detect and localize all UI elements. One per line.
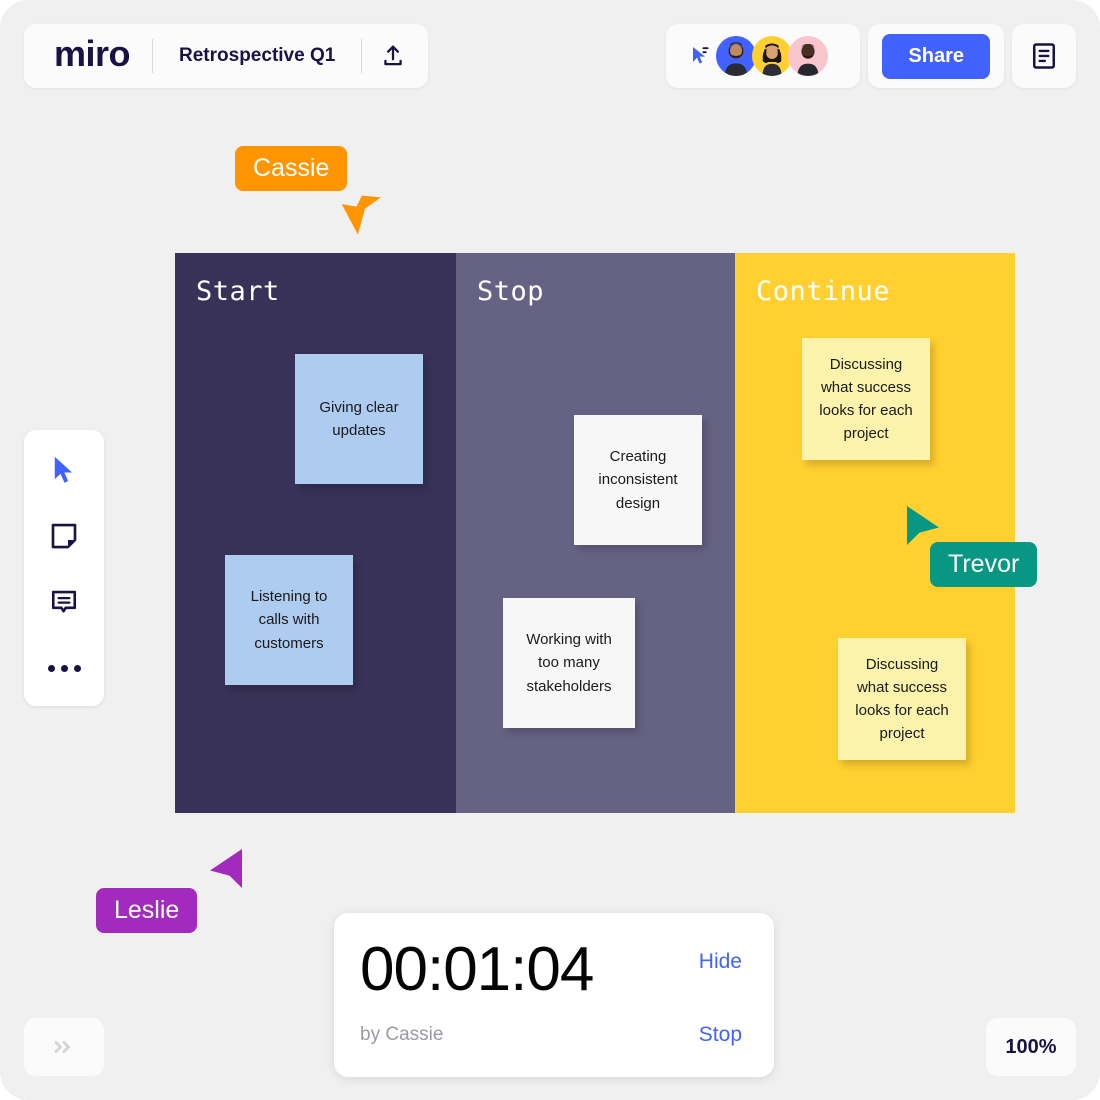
cursor-arrow-icon [340, 182, 396, 243]
timer-stop-button[interactable]: Stop [699, 1023, 742, 1047]
board-column-stop[interactable]: Stop Creating inconsistent design Workin… [456, 253, 735, 813]
column-title: Start [196, 276, 280, 307]
avatar[interactable] [788, 36, 829, 76]
tool-sticky-note[interactable] [42, 514, 86, 558]
timer-owner: by Cassie [360, 1024, 444, 1045]
upload-icon [384, 45, 403, 66]
avatar-person-icon [725, 42, 748, 76]
sticky-note[interactable]: Listening to calls with customers [225, 555, 353, 685]
column-title: Stop [477, 276, 545, 307]
board-notes-button[interactable] [1012, 24, 1076, 88]
sticky-note[interactable]: Giving clear updates [295, 354, 423, 484]
tool-comment[interactable] [42, 580, 86, 624]
miro-board-app: miro Retrospective Q1 Share Start Giving… [0, 0, 1100, 1100]
avatar[interactable] [752, 36, 793, 76]
tool-more[interactable] [42, 646, 86, 690]
upload-button[interactable] [362, 34, 424, 78]
timer-display: 00:01:04 [360, 935, 594, 1004]
share-group: Share [868, 24, 1004, 88]
column-title: Continue [756, 276, 891, 307]
sticky-note[interactable]: Discussing what success looks for each p… [838, 638, 966, 760]
timer-bottom-row: by Cassie Stop [360, 1023, 742, 1047]
more-dots-icon [47, 664, 81, 672]
double-chevron-right-icon [54, 1041, 70, 1053]
sticky-note-icon [51, 523, 77, 549]
timer-top-row: 00:01:04 Hide [360, 939, 742, 1001]
sticky-note[interactable]: Discussing what success looks for each p… [802, 338, 930, 460]
left-toolbar [24, 430, 104, 706]
tool-select[interactable] [42, 448, 86, 492]
header-right-group: Share [666, 24, 1076, 88]
cursor-pointer-icon [693, 47, 709, 64]
sticky-note[interactable]: Creating inconsistent design [574, 415, 702, 545]
miro-logo[interactable]: miro [28, 36, 152, 72]
collapse-panel-button[interactable] [24, 1018, 104, 1076]
presence-group [666, 24, 861, 88]
document-icon [1032, 43, 1056, 69]
collaborator-name-label[interactable]: Leslie [96, 888, 198, 933]
collaborator-avatars [716, 36, 846, 76]
timer-hide-button[interactable]: Hide [699, 939, 742, 972]
board-column-continue[interactable]: Continue Discussing what success looks f… [735, 253, 1015, 813]
sticky-note[interactable]: Working with too many stakeholders [503, 598, 635, 728]
board-column-start[interactable]: Start Giving clear updates Listening to … [175, 253, 456, 813]
share-button[interactable]: Share [882, 33, 990, 79]
follow-cursor-button[interactable] [684, 40, 716, 72]
timer-panel: 00:01:04 Hide by Cassie Stop [334, 913, 774, 1077]
cursor-arrow-icon [196, 846, 246, 903]
comment-icon [51, 590, 77, 613]
collaborator-name-label[interactable]: Cassie [235, 146, 348, 191]
retro-board: Start Giving clear updates Listening to … [175, 253, 1015, 813]
board-title[interactable]: Retrospective Q1 [153, 45, 361, 67]
avatar-person-icon [762, 43, 782, 76]
zoom-level-indicator[interactable]: 100% [986, 1018, 1076, 1076]
avatar[interactable] [716, 36, 757, 76]
cursor-arrow-icon [54, 456, 73, 483]
avatar-person-icon [798, 44, 819, 76]
board-header-bar: miro Retrospective Q1 [24, 24, 429, 88]
collaborator-name-label[interactable]: Trevor [930, 542, 1038, 587]
